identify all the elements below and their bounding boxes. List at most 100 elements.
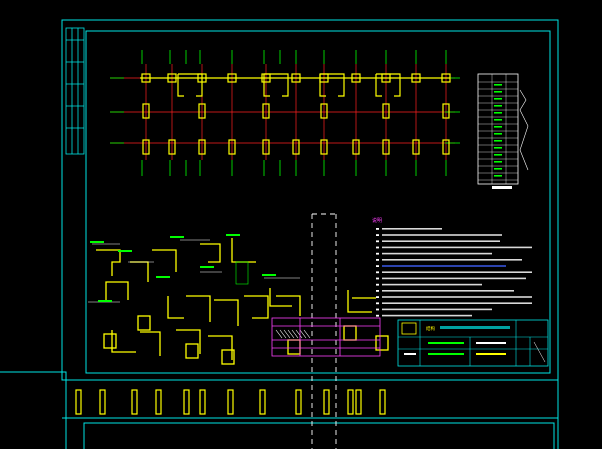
bottom-column <box>347 389 354 415</box>
note-number <box>376 308 379 311</box>
schedule-entry-mark <box>494 112 502 114</box>
schedule-entry-mark <box>494 147 502 149</box>
column-section <box>137 315 151 331</box>
title-block: 结构 <box>397 319 549 367</box>
note-line <box>382 296 532 298</box>
wall-column-detail <box>208 335 233 360</box>
bottom-column-strip <box>75 389 386 415</box>
note-line <box>382 283 482 286</box>
note-number <box>376 302 379 305</box>
wall-segment <box>263 74 270 97</box>
wall-column-detail <box>200 243 221 263</box>
bottom-column <box>183 389 190 415</box>
note-line <box>382 302 532 304</box>
note-line <box>382 259 522 261</box>
plan-wall-columns <box>140 73 451 155</box>
note-line <box>382 228 442 230</box>
wall-column-detail <box>96 249 121 276</box>
schedule-entry-mark <box>494 126 502 128</box>
wall-column-detail <box>347 290 372 313</box>
note-number <box>376 246 379 249</box>
detail-label <box>226 234 240 236</box>
note-line <box>382 290 514 292</box>
column-section <box>185 343 199 359</box>
detail-label <box>262 274 276 276</box>
note-line <box>382 271 532 273</box>
detail-label <box>90 241 104 243</box>
bottom-column <box>295 389 302 415</box>
schedule-entry-mark <box>494 119 502 121</box>
note-number <box>376 290 379 292</box>
column-section <box>103 333 117 349</box>
note-number <box>376 277 379 280</box>
bottom-column <box>75 389 82 415</box>
note-line <box>382 265 506 267</box>
note-number <box>376 228 379 230</box>
wall-column-detail <box>214 299 239 326</box>
bottom-column <box>155 389 162 415</box>
wall-column-details <box>96 238 389 365</box>
schedule-entry-mark <box>494 168 502 170</box>
note-number <box>376 265 379 267</box>
binding-strip <box>65 27 85 155</box>
detail-label <box>170 236 184 238</box>
schedule-entry-mark <box>494 154 502 156</box>
schedule-entry-mark <box>494 133 502 135</box>
note-line <box>382 234 502 236</box>
note-line <box>382 252 492 255</box>
detail-leaders <box>88 239 311 339</box>
detail-label <box>200 266 214 268</box>
note-line <box>382 277 526 280</box>
column-section <box>343 325 357 341</box>
wall-column-detail <box>130 261 149 282</box>
note-number <box>376 271 379 274</box>
wall-column-detail <box>176 329 201 354</box>
schedule-entry-mark <box>494 84 502 86</box>
detail-label <box>156 276 170 278</box>
wall-column-detail <box>231 238 256 263</box>
note-line <box>382 314 472 317</box>
wall-column-detail <box>152 249 177 272</box>
general-notes: 说明 <box>372 217 532 317</box>
wall-column-detail <box>167 296 184 319</box>
column-section <box>287 339 301 355</box>
bottom-column <box>259 389 266 415</box>
wall-segment <box>376 73 401 97</box>
note-number <box>376 314 379 317</box>
notes-heading: 说明 <box>372 217 382 224</box>
wall-segment <box>177 74 184 97</box>
wall-segment <box>375 74 382 97</box>
bottom-column <box>227 389 234 415</box>
note-number <box>376 240 379 243</box>
note-line <box>382 308 492 311</box>
bottom-column <box>131 389 138 415</box>
schedule-entry-mark <box>494 140 502 142</box>
schedule-entry-mark <box>494 161 502 163</box>
note-number <box>376 234 379 236</box>
note-line <box>382 240 500 242</box>
title-block-stamp: 结构 <box>426 325 435 332</box>
schedule-entry-mark <box>494 105 502 107</box>
note-number <box>376 283 379 286</box>
plan-dimension-ticks <box>110 50 460 176</box>
schedule-entry-mark <box>494 175 502 177</box>
note-number <box>376 296 379 298</box>
bottom-column <box>355 389 362 415</box>
bottom-column <box>323 389 330 415</box>
wall-column-detail <box>105 281 129 300</box>
wall-segment <box>319 74 326 97</box>
wall-segment <box>320 73 345 97</box>
bottom-column <box>199 389 206 415</box>
detail-label <box>98 300 112 302</box>
bottom-column <box>379 389 386 415</box>
wall-column-detail <box>244 295 269 319</box>
wall-segment <box>264 73 289 97</box>
highlight-box <box>235 261 249 285</box>
wall-column-detail <box>140 331 161 356</box>
cad-drawing-canvas[interactable]: 说明 结构 <box>0 0 602 449</box>
note-line <box>382 246 532 249</box>
note-number <box>376 252 379 255</box>
column-schedule-table <box>477 73 529 189</box>
schedule-entry-mark <box>494 91 502 93</box>
wall-column-detail <box>186 295 211 322</box>
